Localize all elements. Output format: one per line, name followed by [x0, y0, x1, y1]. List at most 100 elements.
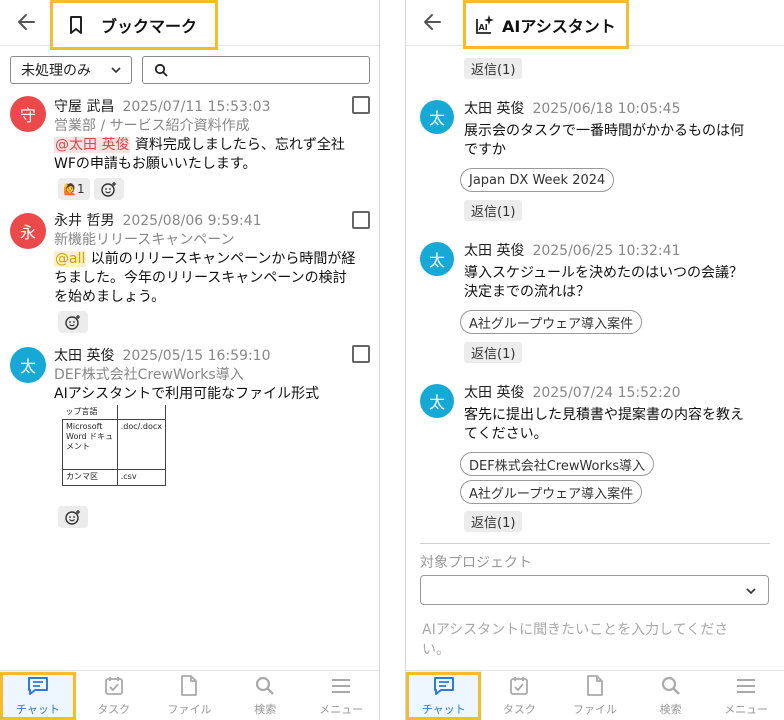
sender-name: 太田 英俊 — [464, 385, 525, 401]
ai-question-item: 太 太田 英俊 2025/06/25 10:32:41 導入スケジュールを決めたの… — [406, 240, 784, 366]
ai-header: AI AIアシスタント — [406, 0, 784, 49]
reaction-count: 1 — [77, 182, 85, 196]
nav-chat[interactable]: チャット — [406, 671, 482, 720]
project-name: DEF株式会社CrewWorks導入 — [54, 367, 244, 383]
chat-icon — [433, 675, 455, 697]
reaction-badge[interactable]: 🙋 1 — [58, 178, 90, 200]
table-cell: .csv — [116, 469, 167, 486]
mention[interactable]: @太田 英俊 — [54, 137, 131, 153]
back-button[interactable] — [14, 9, 40, 35]
file-icon — [178, 675, 200, 697]
ai-question-item: 太 太田 英俊 2025/07/24 15:52:20 客先に提出した見積書や提案… — [406, 382, 784, 538]
page-title: AIアシスタント — [502, 16, 616, 36]
search-icon — [254, 675, 276, 697]
filter-row: 未処理のみ — [10, 56, 370, 84]
table-cell: .doc/.docx — [116, 419, 167, 470]
project-name: 営業部 / サービス紹介資料作成 — [54, 118, 250, 134]
back-button[interactable] — [420, 9, 446, 35]
avatar: 太 — [420, 242, 454, 276]
message-header: 永井 哲男 2025/08/06 9:59:41 — [54, 210, 262, 230]
nav-menu[interactable]: メニュー — [303, 671, 379, 720]
svg-text:AI: AI — [479, 23, 488, 32]
chat-icon — [27, 675, 49, 697]
search-icon — [154, 63, 168, 77]
sender-name: 太田 英俊 — [464, 101, 525, 117]
status-filter-value: 未処理のみ — [21, 63, 91, 79]
add-reaction-icon — [65, 315, 80, 330]
nav-search[interactable]: 検索 — [633, 671, 709, 720]
add-reaction-button[interactable] — [58, 506, 88, 528]
bottom-nav: チャット タスク ファイル 検索 メニュー — [0, 670, 379, 720]
target-project-select[interactable] — [420, 575, 769, 605]
nav-search[interactable]: 検索 — [227, 671, 303, 720]
status-filter-select[interactable]: 未処理のみ — [10, 56, 132, 84]
raised-hand-icon: 🙋 — [63, 182, 78, 196]
menu-icon — [330, 675, 352, 697]
reply-count-button[interactable]: 返信(1) — [464, 511, 523, 532]
bookmark-done-checkbox[interactable] — [352, 345, 370, 363]
project-chip[interactable]: A社グループウェア導入案件 — [460, 480, 643, 504]
page-title: ブックマーク — [101, 17, 198, 36]
reply-count-button[interactable]: 返信(1) — [464, 342, 523, 363]
message-body: 導入スケジュールを決めたのはいつの会議？ 決定までの流れは？ — [464, 265, 744, 300]
table-cell: Microsoft Word ドキュメント — [62, 419, 118, 470]
project-chip[interactable]: Japan DX Week 2024 — [460, 168, 615, 192]
bookmark-screen: ブックマーク 未処理のみ 守 守屋 武昌 2025/07/11 15:53:03 … — [0, 0, 380, 720]
bookmark-done-checkbox[interactable] — [352, 211, 370, 229]
attached-image[interactable]: ップ言語 Microsoft Word ドキュメント .doc/.docx カンマ… — [62, 405, 168, 497]
nav-chat[interactable]: チャット — [0, 671, 76, 720]
bookmark-item[interactable]: 永 永井 哲男 2025/08/06 9:59:41 新機能リリースキャンペーン … — [0, 210, 379, 336]
arrow-left-icon — [18, 14, 35, 30]
message-body: AIアシスタントで利用可能なファイル形式 — [54, 386, 320, 402]
sender-name: 太田 英俊 — [54, 348, 115, 364]
table-header-cell: ップ言語 — [62, 405, 118, 420]
bookmark-item[interactable]: 守 守屋 武昌 2025/07/11 15:53:03 営業部 / サービス紹介資… — [0, 96, 379, 202]
avatar: 守 — [10, 96, 46, 132]
task-icon — [103, 675, 125, 697]
nav-file[interactable]: ファイル — [152, 671, 228, 720]
message-header: 守屋 武昌 2025/07/11 15:53:03 — [54, 96, 270, 116]
mention[interactable]: @all — [54, 251, 87, 267]
ai-sparkle-icon: AI — [474, 14, 496, 36]
nav-task[interactable]: タスク — [482, 671, 558, 720]
arrow-left-icon — [424, 14, 441, 30]
avatar: 永 — [10, 213, 46, 249]
message-body: 客先に提出した見積書や提案書の内容を教え てください。 — [464, 407, 744, 442]
bookmark-icon — [67, 14, 89, 36]
ai-question-input[interactable]: AIアシスタントに聞きたいことを入力してくださ い。 — [422, 620, 762, 660]
project-chip[interactable]: DEF株式会社CrewWorks導入 — [460, 452, 655, 476]
reply-count-button[interactable]: 返信(1) — [464, 200, 523, 221]
message-header: 太田 英俊 2025/07/24 15:52:20 — [464, 382, 680, 402]
message-time: 2025/07/11 15:53:03 — [122, 99, 271, 115]
message-header: 太田 英俊 2025/05/15 16:59:10 — [54, 345, 270, 365]
add-reaction-icon — [101, 182, 116, 197]
bookmark-item[interactable]: 太 太田 英俊 2025/05/15 16:59:10 DEF株式会社CrewWo… — [0, 345, 379, 535]
reply-count-button[interactable]: 返信(1) — [464, 58, 523, 79]
search-input[interactable] — [142, 56, 370, 84]
bookmark-done-checkbox[interactable] — [352, 96, 370, 114]
chevron-down-icon — [111, 67, 121, 74]
nav-task[interactable]: タスク — [76, 671, 152, 720]
add-reaction-button[interactable] — [94, 178, 124, 200]
bottom-nav: チャット タスク ファイル 検索 メニュー — [406, 670, 784, 720]
message-time: 2025/06/25 10:32:41 — [532, 243, 681, 259]
add-reaction-button[interactable] — [58, 311, 88, 333]
ai-question-item: 太 太田 英俊 2025/06/18 10:05:45 展示会のタスクで一番時間が… — [406, 98, 784, 224]
menu-icon — [735, 675, 757, 697]
message-header: 太田 英俊 2025/06/25 10:32:41 — [464, 240, 680, 260]
nav-menu[interactable]: メニュー — [708, 671, 784, 720]
project-chip[interactable]: A社グループウェア導入案件 — [460, 310, 643, 334]
message-body: 展示会のタスクで一番時間がかかるものは何 ですか — [464, 123, 744, 158]
avatar: 太 — [420, 100, 454, 134]
panel-gap — [380, 0, 405, 720]
ai-assistant-screen: AI AIアシスタント 返信(1) 太 太田 英俊 2025/06/18 10:0… — [405, 0, 784, 720]
file-icon — [584, 675, 606, 697]
page-title-box: ブックマーク — [50, 0, 219, 50]
sender-name: 守屋 武昌 — [54, 99, 115, 115]
message-time: 2025/06/18 10:05:45 — [532, 101, 681, 117]
sender-name: 太田 英俊 — [464, 243, 525, 259]
project-name: 新機能リリースキャンペーン — [54, 232, 235, 248]
target-project-label: 対象プロジェクト — [420, 555, 532, 571]
nav-file[interactable]: ファイル — [557, 671, 633, 720]
message-time: 2025/05/15 16:59:10 — [122, 348, 271, 364]
